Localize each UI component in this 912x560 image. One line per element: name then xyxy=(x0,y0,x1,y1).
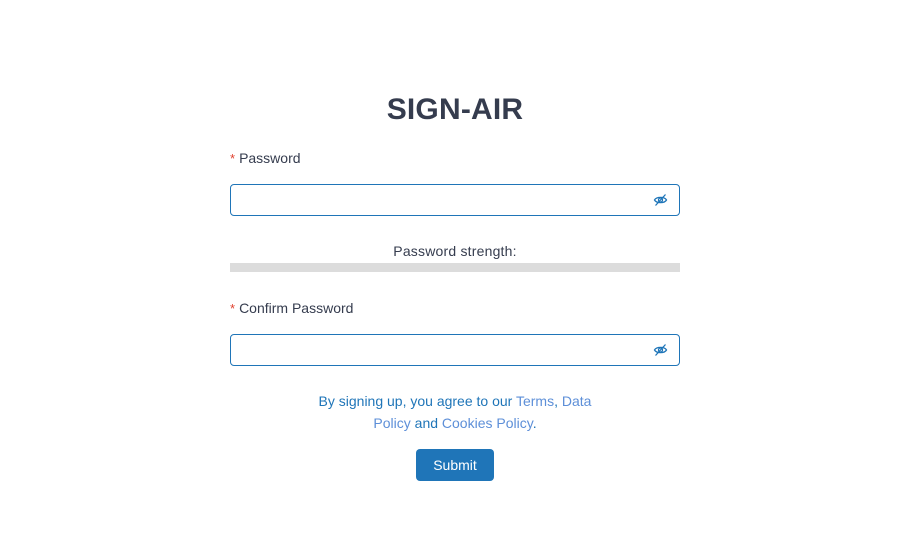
confirm-password-label-text: Confirm Password xyxy=(239,300,354,316)
required-mark: * xyxy=(230,301,236,316)
terms-and: and xyxy=(410,415,442,431)
submit-button[interactable]: Submit xyxy=(416,449,494,481)
terms-prefix: By signing up, you agree to our xyxy=(318,393,516,409)
terms-notice: By signing up, you agree to our Terms, D… xyxy=(305,390,605,434)
password-strength-bar xyxy=(230,263,680,272)
password-label-text: Password xyxy=(239,150,301,166)
eye-off-icon[interactable] xyxy=(653,193,668,207)
terms-suffix: . xyxy=(532,415,537,431)
terms-separator: , xyxy=(554,393,562,409)
cookies-policy-link[interactable]: Cookies Policy xyxy=(442,415,533,431)
confirm-password-input[interactable] xyxy=(231,335,651,365)
password-label: * Password xyxy=(230,148,680,168)
page-title: SIGN-AIR xyxy=(386,93,524,126)
confirm-password-label: * Confirm Password xyxy=(230,298,680,318)
terms-link[interactable]: Terms xyxy=(516,393,554,409)
password-field xyxy=(230,184,680,216)
confirm-password-field xyxy=(230,334,680,366)
eye-off-icon[interactable] xyxy=(653,343,668,357)
signup-page: SIGN-AIR * Password Password strength: * C… xyxy=(0,0,912,560)
signup-form: SIGN-AIR * Password Password strength: * C… xyxy=(230,88,680,481)
password-strength-label: Password strength: xyxy=(393,243,517,259)
required-mark: * xyxy=(230,151,236,166)
password-input[interactable] xyxy=(231,185,651,215)
